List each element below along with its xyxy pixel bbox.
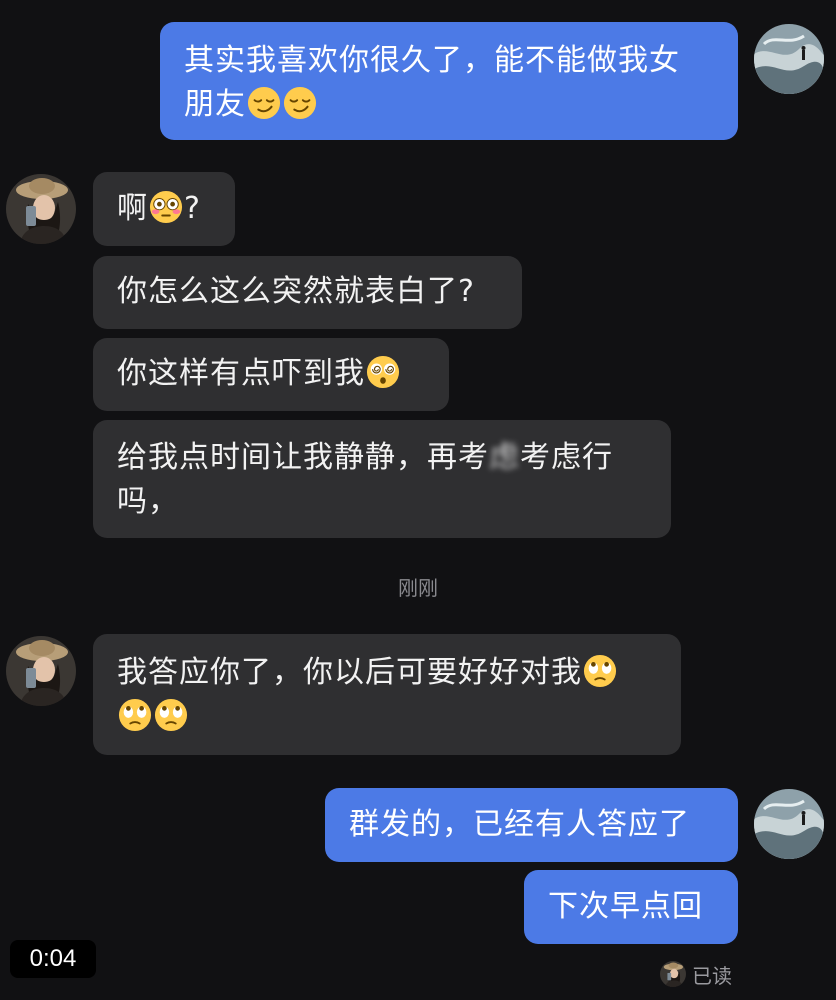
contact-avatar-mini bbox=[660, 961, 686, 987]
message-text: 你这样有点吓到我 bbox=[117, 356, 365, 391]
read-receipt: 已读 bbox=[660, 960, 732, 988]
message-text: 其实我喜欢你很久了，能不能做我女 bbox=[184, 43, 680, 78]
self-avatar[interactable] bbox=[754, 789, 824, 859]
message-text: 吗， bbox=[117, 484, 179, 519]
message-text: 群发的，已经有人答应了 bbox=[349, 807, 690, 842]
message-bubble-received[interactable]: 给我点时间让我静静，再考虑考虑行 吗， bbox=[93, 420, 671, 538]
flushed-emoji bbox=[149, 190, 183, 224]
self-avatar[interactable] bbox=[754, 24, 824, 94]
contact-avatar[interactable] bbox=[6, 636, 76, 706]
contact-avatar[interactable] bbox=[6, 174, 76, 244]
video-duration-badge: 0:04 bbox=[10, 940, 96, 978]
message-text: ? bbox=[184, 191, 201, 226]
message-text: 下次早点回 bbox=[548, 889, 703, 924]
message-text: 我答应你了，你以后可要好好对我 bbox=[117, 651, 681, 695]
message-text: 你怎么这么突然就表白了? bbox=[117, 274, 475, 309]
message-bubble-received[interactable]: 你这样有点吓到我 bbox=[93, 338, 449, 411]
message-bubble-sent[interactable]: 其实我喜欢你很久了，能不能做我女 朋友 bbox=[160, 22, 738, 140]
message-bubble-sent[interactable]: 群发的，已经有人答应了 bbox=[325, 788, 738, 862]
timestamp-divider: 刚刚 bbox=[398, 576, 438, 600]
read-receipt-label: 已读 bbox=[692, 963, 732, 988]
message-bubble-received[interactable]: 我答应你了，你以后可要好好对我 bbox=[93, 634, 681, 755]
message-bubble-sent[interactable]: 下次早点回 bbox=[524, 870, 738, 944]
eye-roll-emoji bbox=[583, 654, 617, 688]
eye-roll-emoji bbox=[154, 698, 188, 732]
message-bubble-received[interactable]: 啊? bbox=[93, 172, 235, 246]
message-text: 啊 bbox=[117, 191, 148, 226]
message-text: 朋友 bbox=[184, 83, 716, 127]
message-text bbox=[117, 695, 681, 739]
message-bubble-received[interactable]: 你怎么这么突然就表白了? bbox=[93, 256, 522, 329]
dizzy-eyes-emoji bbox=[366, 355, 400, 389]
eye-roll-emoji bbox=[118, 698, 152, 732]
message-text: 给我点时间让我静静，再考虑考虑行 bbox=[117, 440, 613, 475]
smirk-emoji bbox=[283, 86, 317, 120]
smirk-emoji bbox=[247, 86, 281, 120]
